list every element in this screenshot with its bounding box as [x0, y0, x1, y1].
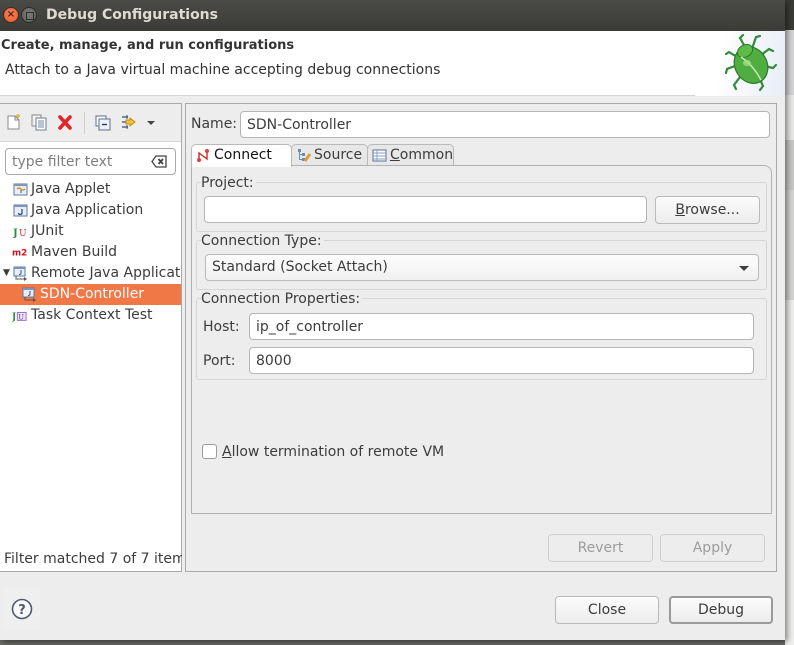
allow-termination-label: Allow termination of remote VM [222, 444, 445, 460]
tree-item-task-context-test[interactable]: J U Task Context Test [0, 305, 181, 326]
tab-source[interactable]: Source [291, 144, 368, 166]
tree-item-maven-build[interactable]: m2 Maven Build [0, 242, 181, 263]
port-label: Port: [203, 353, 236, 369]
svg-text:U: U [18, 312, 24, 321]
tree-item-java-application[interactable]: Java Application [0, 200, 181, 221]
tree-item-label: Maven Build [31, 244, 118, 260]
java-applet-icon [13, 183, 28, 196]
project-input[interactable] [204, 196, 647, 223]
banner-message: Attach to a Java virtual machine accepti… [5, 62, 441, 78]
connection-type-label: Connection Type: [201, 233, 324, 249]
common-icon [372, 149, 387, 162]
host-input[interactable] [249, 313, 754, 340]
allow-termination-checkbox[interactable] [202, 444, 217, 459]
new-config-icon[interactable] [6, 114, 22, 131]
configuration-tree-pane: Java Applet Java Application J U JUnit m… [0, 103, 182, 572]
chevron-down-icon[interactable] [144, 114, 160, 131]
source-icon [298, 149, 312, 162]
title-bar: × Debug Configurations [0, 0, 785, 31]
close-button[interactable]: Close [555, 596, 659, 624]
banner-image [695, 31, 785, 96]
project-group: Project: Browse... [196, 175, 767, 232]
chevron-down-icon [739, 266, 749, 271]
name-label: Name: [191, 116, 238, 132]
tree-item-label: SDN-Controller [40, 286, 145, 302]
window-title: Debug Configurations [46, 7, 218, 23]
apply-button[interactable]: Apply [660, 534, 765, 562]
collapse-all-icon[interactable] [95, 114, 111, 131]
clear-filter-icon[interactable] [151, 155, 167, 168]
tree-item-remote-java-application[interactable]: ▼ Remote Java Application [0, 263, 181, 284]
filter-field[interactable] [5, 148, 176, 175]
close-icon: × [6, 9, 16, 20]
filter-status: Filter matched 7 of 7 items [4, 551, 182, 567]
svg-text:J: J [13, 228, 18, 239]
port-input[interactable] [249, 347, 754, 374]
browse-button[interactable]: Browse... [655, 196, 760, 224]
expand-toggle-icon[interactable]: ▼ [3, 263, 10, 284]
svg-text:m2: m2 [12, 249, 27, 259]
toolbar-separator [84, 112, 85, 134]
configuration-editor: Name: Connect Source [185, 103, 777, 572]
tab-connect[interactable]: Connect [191, 144, 292, 167]
svg-text:?: ? [18, 603, 26, 618]
connect-tab-content: Project: Browse... Connection Type: Stan… [191, 165, 772, 514]
duplicate-icon[interactable] [31, 114, 47, 131]
tree-item-sdn-controller[interactable]: SDN-Controller [0, 284, 181, 305]
connection-properties-group: Connection Properties: Host: Port: [196, 291, 767, 380]
tab-label: Connect [214, 147, 272, 163]
title-area: Create, manage, and run configurations A… [0, 31, 785, 96]
debug-configurations-dialog: × Debug Configurations Create, manage, a… [0, 0, 785, 640]
delete-icon[interactable] [57, 114, 73, 131]
tree-item-label: Task Context Test [31, 307, 153, 323]
connection-type-group: Connection Type: Standard (Socket Attach… [196, 233, 767, 290]
configuration-tree: Java Applet Java Application J U JUnit m… [0, 179, 181, 326]
connection-properties-label: Connection Properties: [201, 291, 363, 307]
filter-icon[interactable] [120, 114, 136, 131]
tab-label: Source [314, 147, 363, 163]
revert-button[interactable]: Revert [548, 534, 653, 562]
junit-icon: J U [13, 228, 27, 239]
tree-item-label: JUnit [31, 223, 64, 239]
name-input[interactable] [240, 111, 770, 138]
bug-icon [724, 33, 778, 92]
help-icon: ? [11, 598, 33, 620]
host-label: Host: [203, 319, 240, 335]
help-button[interactable]: ? [4, 588, 40, 630]
remote-java-icon [22, 287, 36, 302]
background-window [785, 0, 794, 645]
window-maximize-button[interactable] [21, 7, 37, 23]
tree-item-label: Remote Java Application [31, 265, 181, 281]
debug-button[interactable]: Debug [669, 596, 773, 624]
task-context-icon: J U [12, 311, 27, 322]
remote-java-icon [13, 266, 27, 281]
java-application-icon [13, 204, 28, 217]
tree-item-java-applet[interactable]: Java Applet [0, 179, 181, 200]
svg-text:U: U [19, 229, 27, 239]
filter-input[interactable] [6, 149, 146, 174]
connection-type-select[interactable]: Standard (Socket Attach) [205, 254, 759, 281]
tree-item-junit[interactable]: J U JUnit [0, 221, 181, 242]
banner-heading: Create, manage, and run configurations [1, 38, 295, 53]
svg-text:J: J [12, 312, 16, 322]
window-close-button[interactable]: × [3, 7, 19, 23]
tree-item-label: Java Applet [31, 181, 111, 197]
connect-icon [197, 149, 209, 162]
tab-common[interactable]: Common [367, 144, 454, 166]
maven-icon: m2 [12, 249, 27, 259]
tab-label: Common [390, 147, 454, 163]
tree-item-label: Java Application [31, 202, 144, 218]
project-label: Project: [201, 175, 256, 191]
tree-toolbar [0, 104, 181, 142]
